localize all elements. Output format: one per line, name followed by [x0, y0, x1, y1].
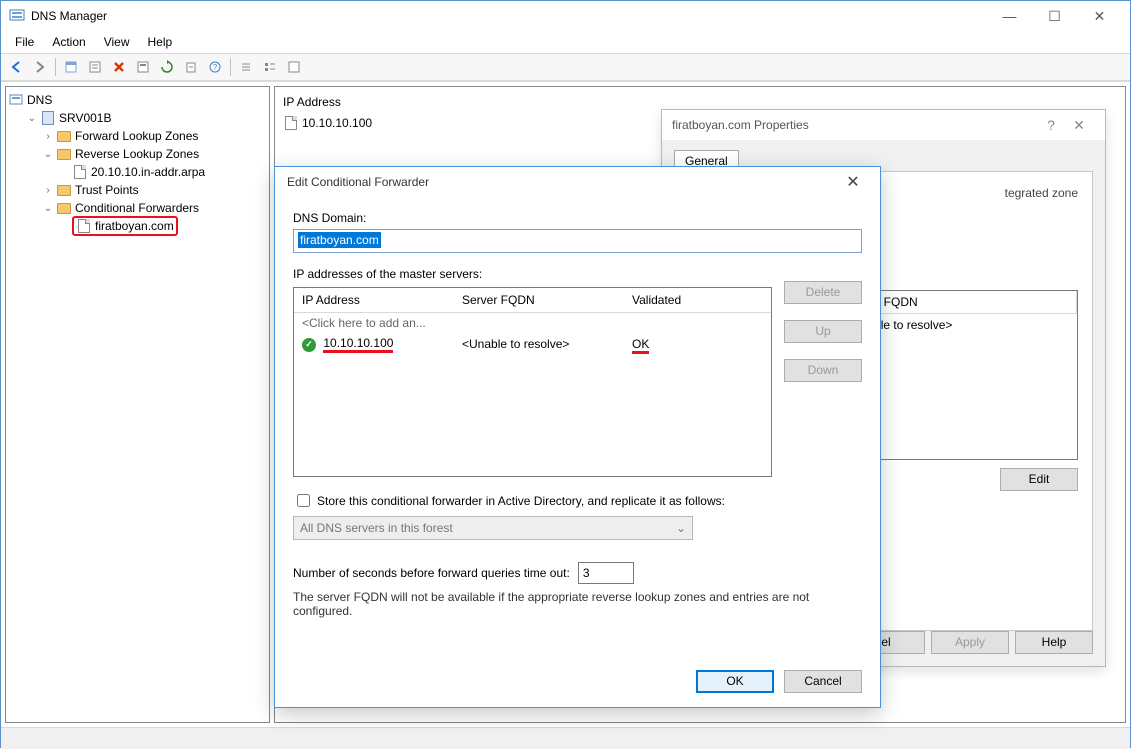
menu-view[interactable]: View — [96, 33, 138, 51]
collapse-icon[interactable]: ⌄ — [24, 110, 40, 126]
edit-dialog-title: Edit Conditional Forwarder — [287, 175, 838, 189]
up-icon[interactable] — [60, 56, 82, 78]
replication-scope-select: All DNS servers in this forest ⌄ — [293, 516, 693, 540]
menu-help[interactable]: Help — [140, 33, 181, 51]
ip-icon — [283, 115, 299, 131]
tree-panel: DNS ⌄ SRV001B › Forward Lookup Zones ⌄ R… — [5, 86, 270, 723]
check-icon: ✓ — [302, 338, 316, 352]
ok-button[interactable]: OK — [696, 670, 774, 693]
folder-icon — [56, 128, 72, 144]
dns-manager-window: DNS Manager — ☐ ✕ File Action View Help … — [0, 0, 1131, 748]
delete-icon[interactable] — [108, 56, 130, 78]
close-button[interactable]: ✕ — [1077, 2, 1122, 30]
column-ip[interactable]: IP Address — [294, 288, 454, 312]
help-icon[interactable]: ? — [204, 56, 226, 78]
expand-icon[interactable]: › — [40, 182, 56, 198]
filter-icon[interactable] — [283, 56, 305, 78]
forward-icon[interactable] — [29, 56, 51, 78]
menu-file[interactable]: File — [7, 33, 42, 51]
app-icon — [9, 8, 25, 24]
column-fqdn[interactable]: Server FQDN — [454, 288, 624, 312]
tree-server[interactable]: ⌄ SRV001B — [8, 109, 267, 127]
store-in-ad-label: Store this conditional forwarder in Acti… — [317, 494, 725, 508]
export-icon[interactable] — [180, 56, 202, 78]
dns-root-icon — [8, 92, 24, 108]
svg-text:?: ? — [213, 63, 218, 72]
zone-icon — [72, 164, 88, 180]
edit-button[interactable]: Edit — [1000, 468, 1078, 491]
tree-reverse-zones[interactable]: ⌄ Reverse Lookup Zones — [8, 145, 267, 163]
edit-conditional-forwarder-dialog: Edit Conditional Forwarder ✕ DNS Domain:… — [274, 166, 881, 708]
up-button[interactable]: Up — [784, 320, 862, 343]
server-icon — [40, 110, 56, 126]
dns-domain-label: DNS Domain: — [293, 211, 862, 225]
statusbar — [1, 727, 1130, 749]
folder-icon — [56, 146, 72, 162]
minimize-button[interactable]: — — [987, 2, 1032, 30]
delete-button[interactable]: Delete — [784, 281, 862, 304]
fqdn-note: The server FQDN will not be available if… — [293, 590, 853, 618]
titlebar: DNS Manager — ☐ ✕ — [1, 1, 1130, 31]
tree-forward-zones[interactable]: › Forward Lookup Zones — [8, 127, 267, 145]
add-ip-row[interactable]: <Click here to add an... — [294, 313, 771, 333]
window-title: DNS Manager — [31, 9, 987, 23]
cancel-button[interactable]: Cancel — [784, 670, 862, 693]
collapse-icon[interactable]: ⌄ — [40, 146, 56, 162]
list-icon[interactable] — [235, 56, 257, 78]
tree-reverse-zone-item[interactable]: 20.10.10.in-addr.arpa — [8, 163, 267, 181]
back-icon[interactable] — [5, 56, 27, 78]
folder-icon — [56, 200, 72, 216]
expand-icon[interactable]: › — [40, 128, 56, 144]
details-icon[interactable] — [259, 56, 281, 78]
master-server-row[interactable]: ✓ 10.10.10.100 <Unable to resolve> OK — [294, 333, 771, 355]
menu-action[interactable]: Action — [44, 33, 93, 51]
master-servers-list[interactable]: IP Address Server FQDN Validated <Click … — [293, 287, 772, 477]
close-icon[interactable]: ✕ — [1063, 117, 1095, 134]
tree-trust-points[interactable]: › Trust Points — [8, 181, 267, 199]
down-button[interactable]: Down — [784, 359, 862, 382]
maximize-button[interactable]: ☐ — [1032, 2, 1077, 30]
tree-conditional-forwarders[interactable]: ⌄ Conditional Forwarders — [8, 199, 267, 217]
properties-icon[interactable] — [132, 56, 154, 78]
tree-root[interactable]: DNS — [8, 91, 267, 109]
forwarder-icon — [76, 218, 92, 234]
options-icon[interactable] — [84, 56, 106, 78]
timeout-label: Number of seconds before forward queries… — [293, 566, 570, 580]
menubar: File Action View Help — [1, 31, 1130, 53]
toolbar: ? — [1, 53, 1130, 81]
chevron-down-icon: ⌄ — [676, 521, 686, 535]
column-validated[interactable]: Validated — [624, 288, 744, 312]
refresh-icon[interactable] — [156, 56, 178, 78]
store-in-ad-checkbox[interactable] — [297, 494, 310, 507]
close-icon[interactable]: ✕ — [838, 172, 868, 192]
help-button[interactable]: Help — [1015, 631, 1093, 654]
timeout-input[interactable] — [578, 562, 634, 584]
properties-title: firatboyan.com Properties — [672, 118, 1039, 132]
dns-domain-input[interactable]: firatboyan.com — [293, 229, 862, 253]
master-servers-label: IP addresses of the master servers: — [293, 267, 862, 281]
help-button[interactable]: ? — [1039, 117, 1063, 133]
apply-button[interactable]: Apply — [931, 631, 1009, 654]
collapse-icon[interactable]: ⌄ — [40, 200, 56, 216]
properties-titlebar: firatboyan.com Properties ? ✕ — [662, 110, 1105, 140]
tree-cond-forwarder-item[interactable]: firatboyan.com — [8, 217, 267, 235]
folder-icon — [56, 182, 72, 198]
edit-dialog-titlebar: Edit Conditional Forwarder ✕ — [275, 167, 880, 197]
